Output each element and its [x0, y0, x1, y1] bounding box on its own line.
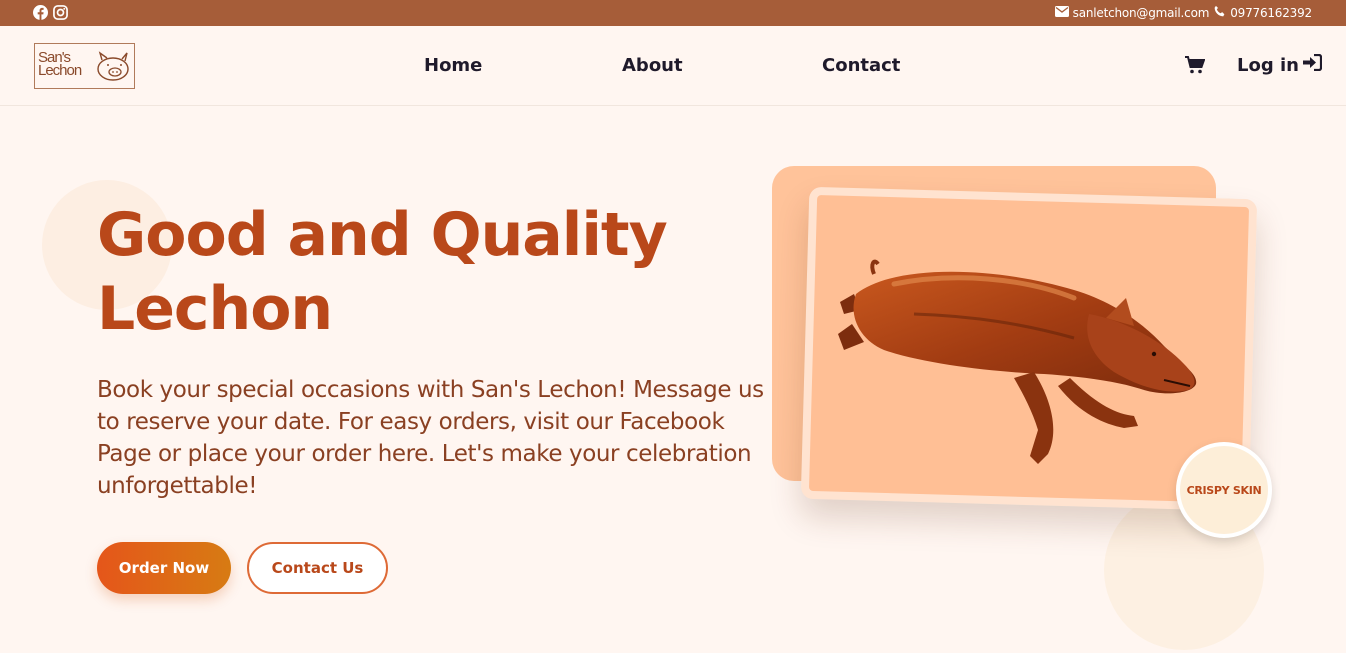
- contact-info: sanletchon@gmail.com 09776162392: [1054, 5, 1312, 21]
- nav-contact[interactable]: Contact: [822, 55, 900, 76]
- site-logo[interactable]: San's Lechon: [34, 43, 135, 89]
- top-bar: sanletchon@gmail.com 09776162392: [0, 0, 1346, 26]
- login-arrow-icon: [1302, 53, 1323, 76]
- pig-logo-icon: [97, 51, 129, 81]
- instagram-icon[interactable]: [53, 5, 68, 20]
- hero-title-line1: Good and Quality: [97, 200, 668, 270]
- phone-icon: [1213, 5, 1226, 21]
- nav-about[interactable]: About: [622, 55, 683, 76]
- roast-pig-image: [838, 259, 1197, 464]
- phone-text[interactable]: 09776162392: [1230, 6, 1312, 20]
- hero-description: Book your special occasions with San's L…: [97, 377, 764, 499]
- login-label: Log in: [1237, 54, 1299, 76]
- facebook-icon[interactable]: [33, 5, 48, 20]
- crispy-skin-badge: CRISPY SKIN: [1176, 442, 1272, 538]
- site-header: San's Lechon Home About Contact Log in: [0, 26, 1346, 106]
- hero-title: Good and Quality Lechon: [97, 198, 777, 346]
- nav-home[interactable]: Home: [424, 55, 482, 76]
- email-text[interactable]: sanletchon@gmail.com: [1073, 6, 1210, 20]
- contact-us-button[interactable]: Contact Us: [247, 542, 388, 594]
- cart-icon[interactable]: [1185, 56, 1206, 78]
- logo-text: San's Lechon: [38, 49, 82, 79]
- envelope-icon: [1054, 6, 1069, 20]
- social-links: [33, 5, 68, 20]
- order-now-button[interactable]: Order Now: [97, 542, 231, 594]
- hero-title-line2: Lechon: [97, 274, 333, 344]
- login-button[interactable]: Log in: [1237, 53, 1323, 76]
